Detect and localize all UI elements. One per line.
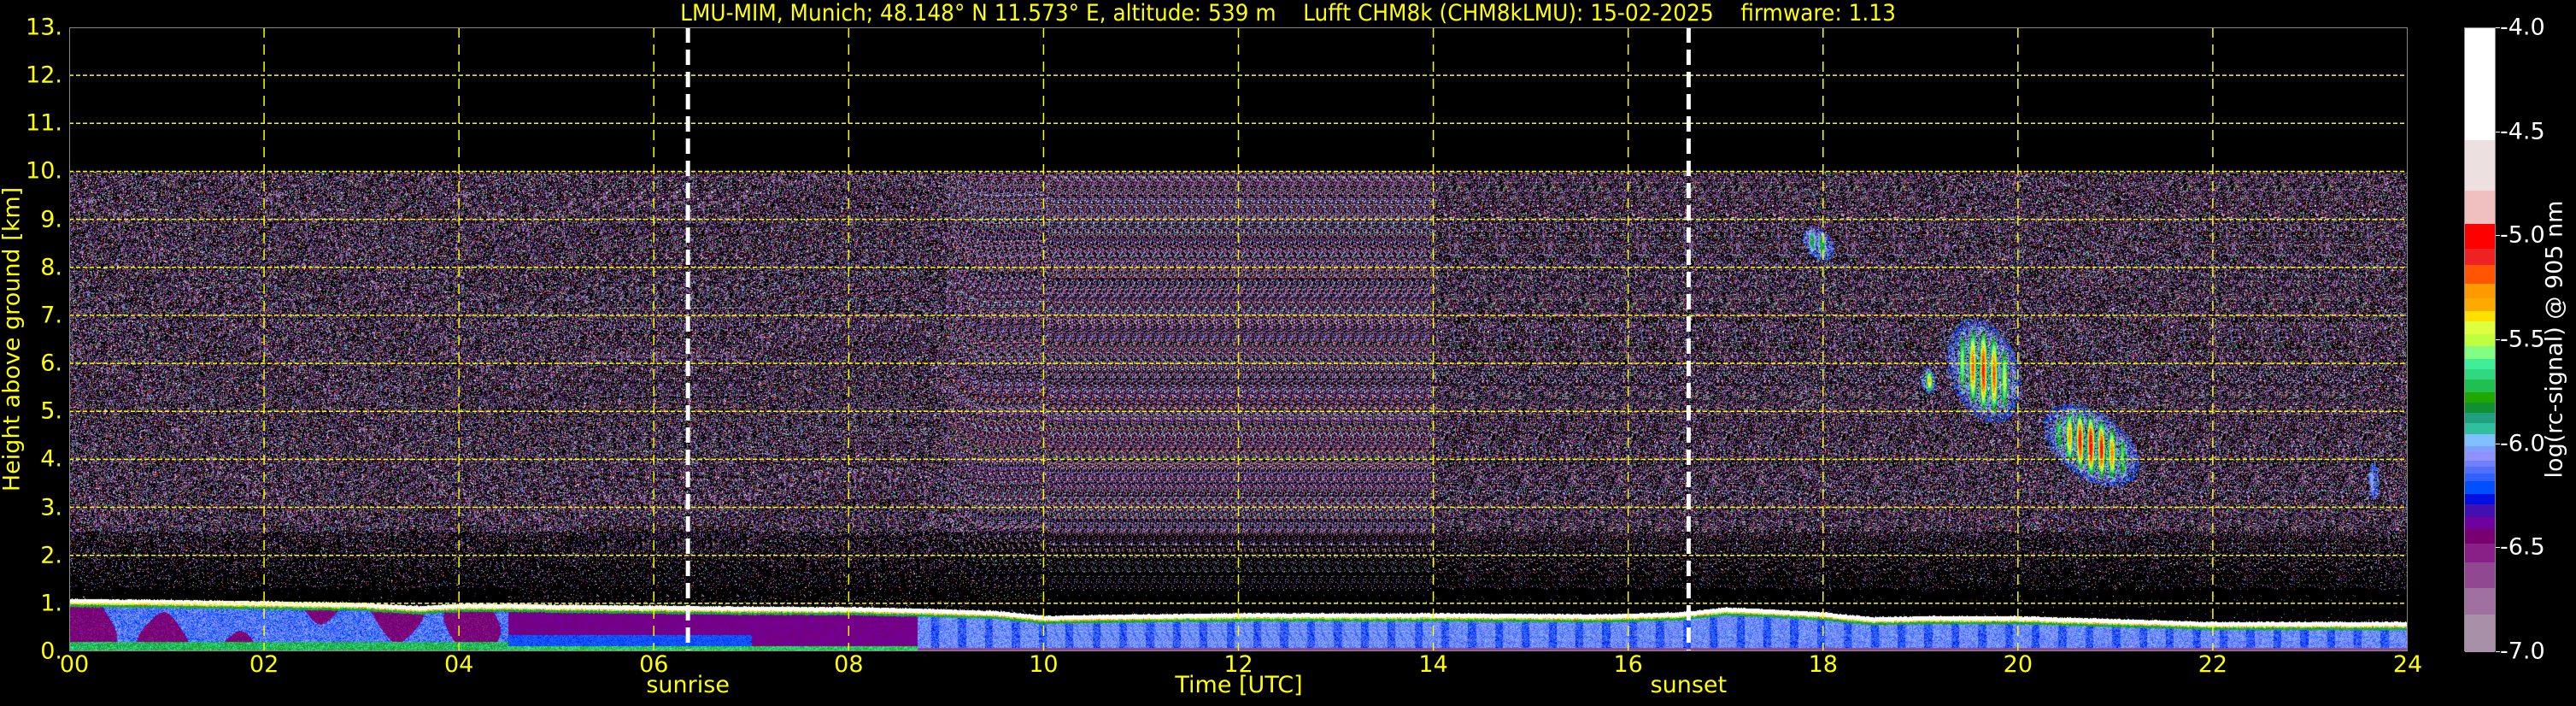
x-tick-label: 18 bbox=[1808, 651, 1838, 678]
x-tick-label: 14 bbox=[1418, 651, 1448, 678]
y-tick-label: 9. bbox=[40, 206, 62, 233]
colorbar-tick-label: -4.5 bbox=[2500, 118, 2545, 145]
y-tick-label: 6. bbox=[40, 350, 62, 377]
colorbar-tick-label: -4.0 bbox=[2500, 14, 2545, 41]
y-tick-label: 4. bbox=[40, 445, 62, 473]
x-tick-label: 10 bbox=[1029, 651, 1059, 678]
sunset-label: sunset bbox=[1650, 672, 1728, 698]
colorbar-band bbox=[2465, 346, 2495, 360]
y-tick-label: 1. bbox=[40, 590, 62, 617]
colorbar-band bbox=[2465, 413, 2495, 424]
colorbar-tick-label: -6.0 bbox=[2500, 430, 2545, 457]
colorbar-tick-mark bbox=[2496, 651, 2500, 652]
colorbar-tick-label: -6.5 bbox=[2500, 533, 2545, 561]
colorbar-band bbox=[2465, 391, 2495, 403]
colorbar-tick-mark bbox=[2496, 339, 2500, 340]
y-tick-label: 13. bbox=[26, 14, 62, 41]
colorbar-band bbox=[2465, 321, 2495, 335]
colorbar-band bbox=[2465, 190, 2495, 225]
colorbar-band bbox=[2465, 403, 2495, 414]
x-tick-label: 22 bbox=[2198, 651, 2228, 678]
colorbar-band bbox=[2465, 529, 2495, 544]
y-tick-label: 3. bbox=[40, 494, 62, 521]
x-tick-label: 16 bbox=[1613, 651, 1643, 678]
x-tick-label: 04 bbox=[443, 651, 474, 678]
x-tick-label: 08 bbox=[834, 651, 864, 678]
colorbar-band bbox=[2465, 481, 2495, 495]
grid-overlay bbox=[69, 27, 2408, 651]
colorbar-band bbox=[2465, 433, 2495, 447]
colorbar-band bbox=[2465, 223, 2495, 250]
y-axis-label: Height above ground [km] bbox=[0, 186, 26, 492]
colorbar-tick-label: -5.0 bbox=[2500, 221, 2545, 249]
y-tick-label: 11. bbox=[26, 109, 62, 137]
colorbar-band bbox=[2465, 310, 2495, 322]
colorbar-label: log(rc-signal) @ 905 nm bbox=[2541, 200, 2568, 479]
colorbar-band bbox=[2465, 615, 2495, 653]
y-tick-label: 2. bbox=[40, 542, 62, 569]
colorbar-band bbox=[2465, 248, 2495, 266]
colorbar-tick-label: -7.0 bbox=[2500, 638, 2545, 665]
sunrise-label: sunrise bbox=[646, 672, 730, 698]
colorbar-tick-mark bbox=[2496, 235, 2500, 237]
colorbar-band bbox=[2465, 28, 2495, 141]
colorbar-band bbox=[2465, 369, 2495, 380]
colorbar-band bbox=[2465, 562, 2495, 589]
backscatter-heatmap bbox=[69, 27, 2408, 651]
colorbar-tick-mark bbox=[2496, 547, 2500, 549]
colorbar-band bbox=[2465, 516, 2495, 530]
colorbar-band bbox=[2465, 379, 2495, 393]
y-tick-label: 10. bbox=[26, 157, 62, 185]
y-tick-label: 7. bbox=[40, 302, 62, 329]
colorbar-band bbox=[2465, 265, 2495, 285]
colorbar-band bbox=[2465, 333, 2495, 347]
x-tick-label: 24 bbox=[2392, 651, 2423, 678]
colorbar-band bbox=[2465, 504, 2495, 518]
colorbar-tick-label: -5.5 bbox=[2500, 326, 2545, 353]
colorbar-band bbox=[2465, 284, 2495, 299]
y-tick-label: 8. bbox=[40, 254, 62, 281]
colorbar-band bbox=[2465, 140, 2495, 191]
colorbar-band bbox=[2465, 423, 2495, 434]
x-tick-label: 02 bbox=[249, 651, 279, 678]
chart-title: LMU-MIM, Munich; 48.148° N 11.573° E, al… bbox=[680, 0, 1896, 26]
colorbar-band bbox=[2465, 473, 2495, 482]
colorbar-band bbox=[2465, 298, 2495, 312]
colorbar-band bbox=[2465, 544, 2495, 563]
x-tick-label: 00 bbox=[59, 651, 90, 678]
y-tick-label: 5. bbox=[40, 397, 62, 425]
x-axis-label: Time [UTC] bbox=[1175, 672, 1303, 698]
x-tick-label: 20 bbox=[2003, 651, 2033, 678]
colorbar-band bbox=[2465, 452, 2495, 462]
colorbar-band bbox=[2465, 358, 2495, 370]
colorbar-band bbox=[2465, 587, 2495, 615]
y-tick-label: 12. bbox=[26, 62, 62, 89]
colorbar bbox=[2464, 27, 2496, 653]
colorbar-tick-mark bbox=[2496, 27, 2500, 28]
colorbar-band bbox=[2465, 494, 2495, 505]
